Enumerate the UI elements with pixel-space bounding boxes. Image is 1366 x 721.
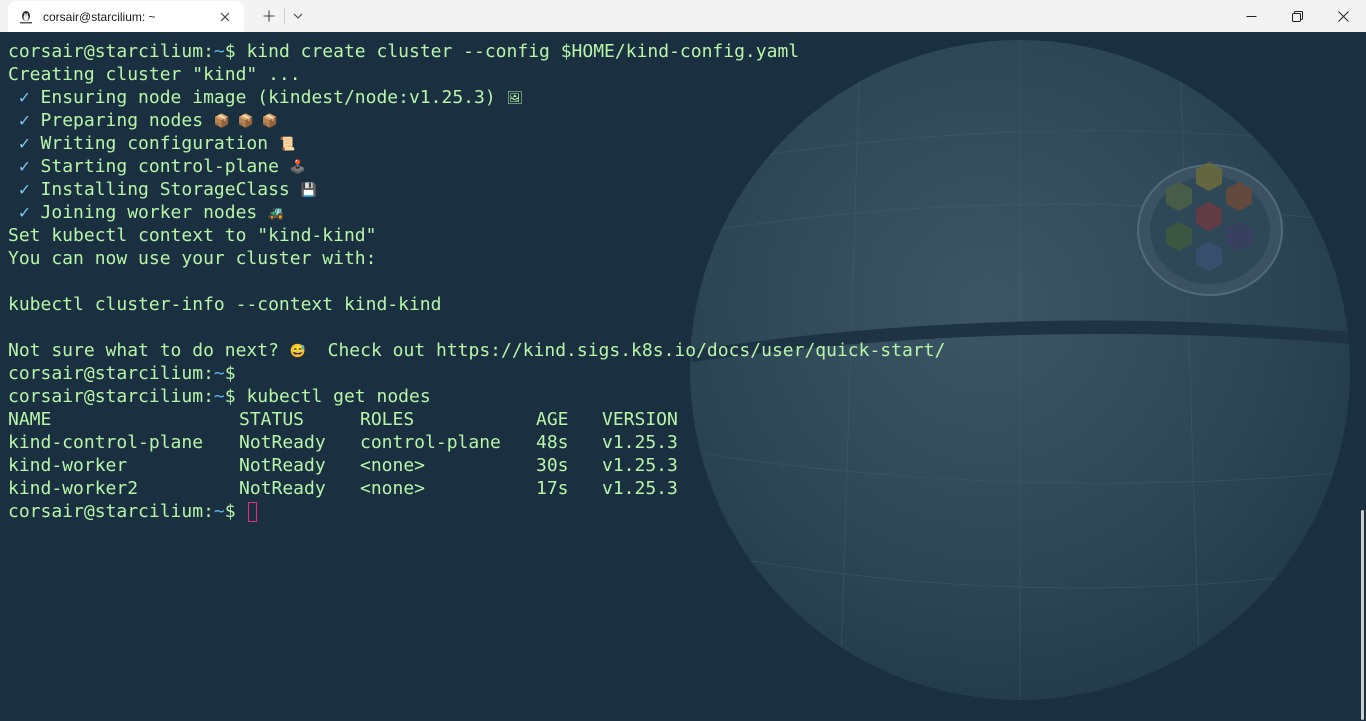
header-roles: ROLES xyxy=(360,409,415,430)
step-line: ✓ Starting control-plane 🕹️ xyxy=(8,155,1366,178)
penguin-icon xyxy=(18,9,34,25)
step-line: ✓ Preparing nodes 📦 📦 📦 xyxy=(8,109,1366,132)
table-row: kind-worker NotReady <none> 30s v1.25.3 xyxy=(8,454,1366,477)
check-icon: ✓ xyxy=(8,156,41,177)
output-line: Creating cluster "kind" ... xyxy=(8,64,301,85)
prompt-user: corsair@starcilium: xyxy=(8,363,214,384)
step-line: ✓ Installing StorageClass 💾 xyxy=(8,178,1366,201)
prompt-path: ~ xyxy=(213,363,225,384)
prompt-path: ~ xyxy=(213,386,225,407)
step-line: ✓ Writing configuration 📜 xyxy=(8,132,1366,155)
restore-icon xyxy=(1291,10,1303,22)
step-text: Joining worker nodes xyxy=(40,202,269,223)
output-line: kubectl cluster-info --context kind-kind xyxy=(8,294,442,315)
plus-icon xyxy=(263,10,275,22)
close-icon xyxy=(1337,10,1349,22)
node-version: v1.25.3 xyxy=(602,455,678,476)
minimize-icon xyxy=(1246,15,1256,17)
output-text: Check out https://kind.sigs.k8s.io/docs/… xyxy=(305,340,946,361)
prompt-symbol: $ xyxy=(224,386,247,407)
tab-title: corsair@starcilium: ~ xyxy=(43,9,156,24)
node-name: kind-worker xyxy=(8,455,128,476)
output-line: You can now use your cluster with: xyxy=(8,248,377,269)
prompt-user: corsair@starcilium: xyxy=(8,41,214,62)
prompt-line: corsair@starcilium:~$ xyxy=(8,362,1366,385)
sweat-smile-emoji-icon: 😅 xyxy=(289,343,306,359)
node-name: kind-worker2 xyxy=(8,478,139,499)
command-line: corsair@starcilium:~$ kubectl get nodes xyxy=(8,385,1366,408)
command-text: kind create cluster --config $HOME/kind-… xyxy=(246,41,800,62)
prompt-path: ~ xyxy=(213,501,225,522)
node-status: NotReady xyxy=(239,478,326,499)
node-age: 17s xyxy=(536,478,569,499)
prompt-symbol: $ xyxy=(224,41,247,62)
table-header-row: NAME STATUS ROLES AGE VERSION xyxy=(8,408,1366,431)
step-text: Ensuring node image (kindest/node:v1.25.… xyxy=(40,87,507,108)
step-text: Preparing nodes xyxy=(40,110,214,131)
prompt-symbol: $ xyxy=(224,501,247,522)
minimize-button[interactable] xyxy=(1228,0,1274,32)
image-emoji-icon: 🖼 xyxy=(506,90,524,106)
step-text: Starting control-plane xyxy=(40,156,290,177)
new-tab-button[interactable] xyxy=(254,0,284,32)
prompt-user: corsair@starcilium: xyxy=(8,501,214,522)
node-status: NotReady xyxy=(239,432,326,453)
text-cursor xyxy=(248,502,258,522)
node-age: 48s xyxy=(536,432,569,453)
title-bar: corsair@starcilium: ~ xyxy=(0,0,1366,32)
prompt-path: ~ xyxy=(213,41,225,62)
node-name: kind-control-plane xyxy=(8,432,204,453)
prompt-symbol: $ xyxy=(224,363,247,384)
table-row: kind-worker2 NotReady <none> 17s v1.25.3 xyxy=(8,477,1366,500)
scroll-emoji-icon: 📜 xyxy=(278,136,296,152)
terminal-lines: corsair@starcilium:~$ kind create cluste… xyxy=(8,40,1366,523)
node-version: v1.25.3 xyxy=(602,432,678,453)
command-line: corsair@starcilium:~$ kind create cluste… xyxy=(8,40,1366,63)
node-roles: control-plane xyxy=(360,432,501,453)
check-icon: ✓ xyxy=(8,87,41,108)
node-status: NotReady xyxy=(239,455,326,476)
package-emoji-icon: 📦 📦 📦 xyxy=(213,113,279,129)
output-line: Not sure what to do next? 😅 Check out ht… xyxy=(8,339,1366,362)
tractor-emoji-icon: 🚜 xyxy=(268,205,285,221)
node-age: 30s xyxy=(536,455,569,476)
node-version: v1.25.3 xyxy=(602,478,678,499)
terminal-tab[interactable]: corsair@starcilium: ~ xyxy=(8,1,244,32)
active-prompt-line[interactable]: corsair@starcilium:~$ xyxy=(8,500,1366,523)
check-icon: ✓ xyxy=(8,202,41,223)
node-roles: <none> xyxy=(360,478,426,499)
check-icon: ✓ xyxy=(8,133,41,154)
floppy-disk-emoji-icon: 💾 xyxy=(300,182,317,198)
close-tab-icon[interactable] xyxy=(216,8,234,26)
command-text: kubectl get nodes xyxy=(246,386,431,407)
header-age: AGE xyxy=(536,409,569,430)
prompt-user: corsair@starcilium: xyxy=(8,386,214,407)
joystick-emoji-icon: 🕹️ xyxy=(289,159,306,175)
output-text: Not sure what to do next? xyxy=(8,340,290,361)
header-version: VERSION xyxy=(602,409,678,430)
terminal-output-area[interactable]: corsair@starcilium:~$ kind create cluste… xyxy=(0,32,1366,721)
header-name: NAME xyxy=(8,409,52,430)
check-icon: ✓ xyxy=(8,179,41,200)
step-line: ✓ Ensuring node image (kindest/node:v1.2… xyxy=(8,86,1366,109)
step-line: ✓ Joining worker nodes 🚜 xyxy=(8,201,1366,224)
node-roles: <none> xyxy=(360,455,426,476)
header-status: STATUS xyxy=(239,409,305,430)
chevron-down-icon xyxy=(293,13,303,19)
close-window-button[interactable] xyxy=(1320,0,1366,32)
step-text: Writing configuration xyxy=(40,133,279,154)
output-line: Set kubectl context to "kind-kind" xyxy=(8,225,377,246)
scrollbar-thumb[interactable] xyxy=(1361,510,1364,720)
restore-button[interactable] xyxy=(1274,0,1320,32)
step-text: Installing StorageClass xyxy=(40,179,301,200)
table-row: kind-control-plane NotReady control-plane 4… xyxy=(8,431,1366,454)
tab-dropdown-button[interactable] xyxy=(285,0,311,32)
check-icon: ✓ xyxy=(8,110,41,131)
